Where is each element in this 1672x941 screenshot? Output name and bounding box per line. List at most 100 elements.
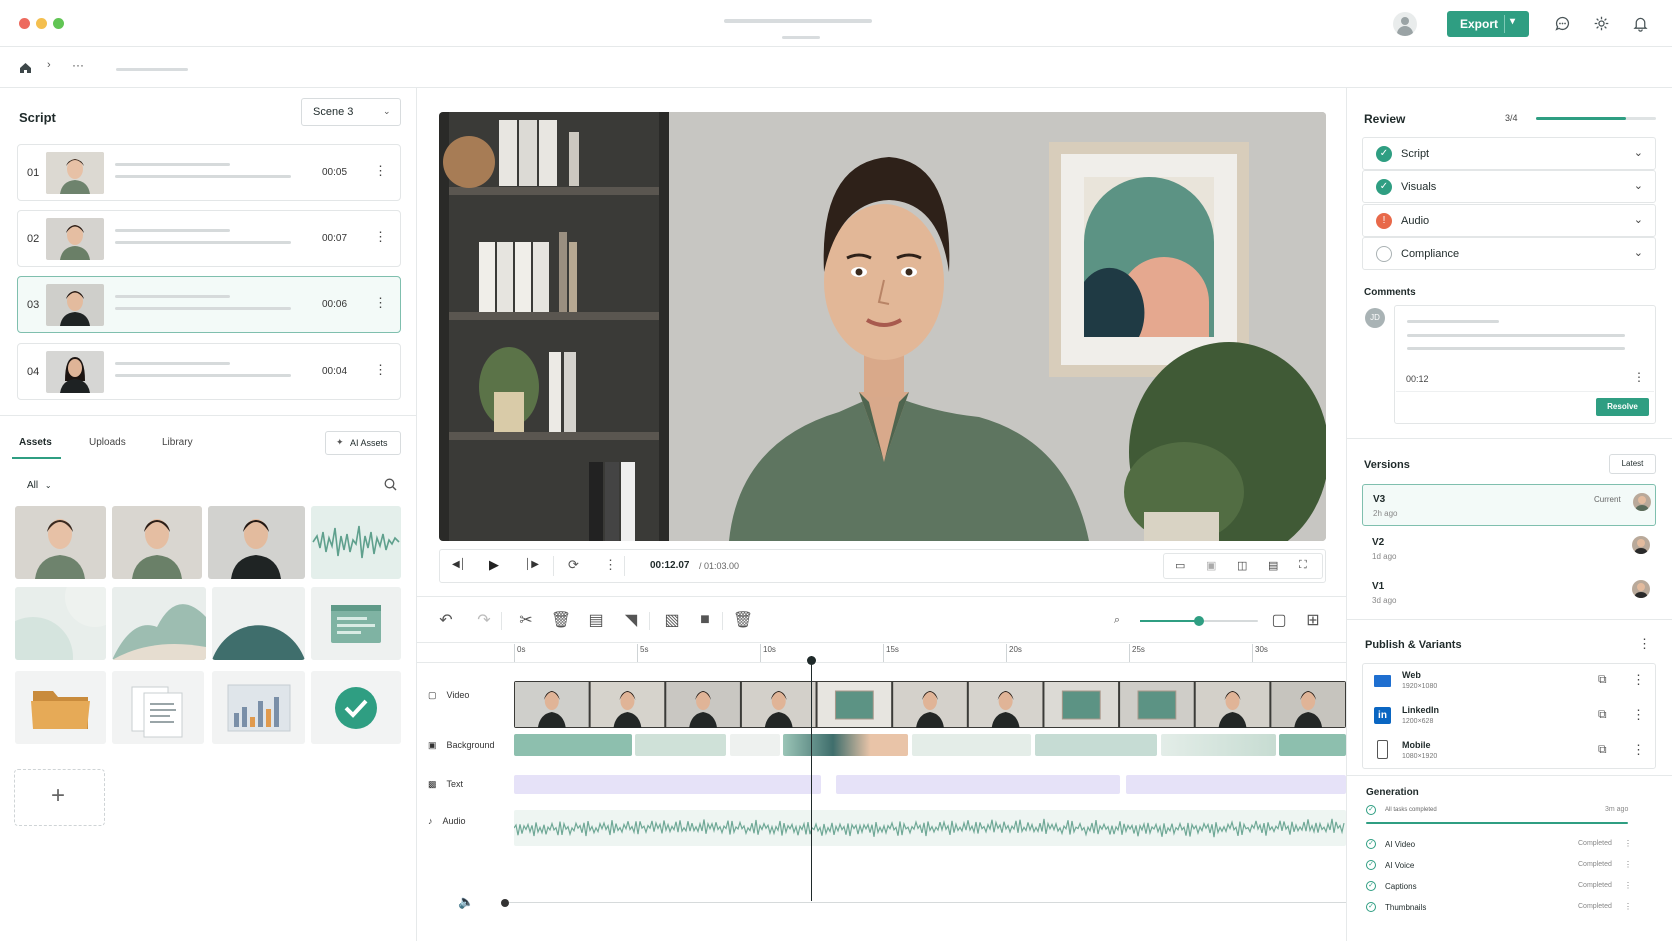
filter-select[interactable]: All ⌄ bbox=[27, 480, 52, 491]
more-vertical-icon[interactable]: ⋮ bbox=[1638, 636, 1651, 652]
version-v3[interactable]: V3 2h ago Current bbox=[1362, 484, 1656, 526]
more-vertical-icon[interactable]: ⋮ bbox=[1624, 902, 1632, 911]
scissors-icon[interactable]: ✂ bbox=[517, 611, 535, 629]
folder-icon[interactable] bbox=[15, 671, 106, 744]
more-vertical-icon[interactable]: ⋮ bbox=[1633, 370, 1645, 384]
scene-card-03[interactable]: 03 00:06 ⋮ bbox=[17, 276, 401, 333]
asset-slide-template[interactable] bbox=[311, 587, 401, 660]
skip-forward-icon[interactable]: │▶ bbox=[525, 559, 539, 570]
tab-library[interactable]: Library bbox=[162, 437, 193, 448]
review-item-visuals[interactable]: ✓ Visuals ⌄ bbox=[1362, 170, 1656, 203]
ai-assets-button[interactable]: ✦ AI Assets bbox=[325, 431, 401, 455]
background-clip[interactable] bbox=[514, 734, 632, 756]
asset-background-2[interactable] bbox=[112, 587, 206, 660]
maximize-window-dot[interactable] bbox=[53, 18, 64, 29]
publish-web[interactable]: Web 1920×1080 ⧉ ⋮ bbox=[1362, 664, 1656, 698]
redo-icon[interactable]: ↷ bbox=[475, 611, 493, 629]
comment-card[interactable]: 00:12 ⋮ Resolve bbox=[1394, 305, 1656, 424]
bell-icon[interactable] bbox=[1629, 12, 1651, 34]
copy-icon[interactable]: ⧉ bbox=[1598, 672, 1607, 687]
video-preview[interactable] bbox=[439, 112, 1326, 541]
review-item-compliance[interactable]: Compliance ⌄ bbox=[1362, 237, 1656, 270]
review-item-audio[interactable]: ! Audio ⌄ bbox=[1362, 204, 1656, 237]
text-clip[interactable] bbox=[514, 775, 821, 794]
more-vertical-icon[interactable]: ⋮ bbox=[374, 295, 387, 311]
playhead[interactable] bbox=[806, 656, 816, 901]
delete-icon[interactable]: 🗑 bbox=[733, 611, 753, 629]
loop-icon[interactable]: ⟳ bbox=[568, 557, 579, 573]
close-window-dot[interactable] bbox=[19, 18, 30, 29]
more-vertical-icon[interactable]: ⋮ bbox=[374, 362, 387, 378]
picture-in-picture-icon[interactable]: ▣ bbox=[1206, 559, 1216, 572]
more-vertical-icon[interactable]: ⋮ bbox=[604, 557, 617, 573]
version-v2[interactable]: V2 1d ago bbox=[1362, 528, 1656, 570]
user-avatar[interactable] bbox=[1393, 12, 1417, 36]
background-clip[interactable] bbox=[635, 734, 726, 756]
skip-back-icon[interactable]: ◀│ bbox=[452, 559, 466, 570]
audio-waveform[interactable] bbox=[514, 810, 1346, 846]
more-vertical-icon[interactable]: ⋮ bbox=[1632, 707, 1645, 723]
search-icon[interactable] bbox=[384, 478, 397, 496]
background-clip[interactable] bbox=[783, 734, 908, 756]
tab-uploads[interactable]: Uploads bbox=[89, 437, 126, 448]
chat-icon[interactable] bbox=[1551, 12, 1573, 34]
layer-icon[interactable]: ■ bbox=[696, 611, 714, 629]
widescreen-icon[interactable]: ▤ bbox=[1268, 559, 1278, 572]
crop-icon[interactable]: ⊞ bbox=[1304, 611, 1322, 629]
more-vertical-icon[interactable]: ⋮ bbox=[374, 229, 387, 245]
text-clip[interactable] bbox=[836, 775, 1120, 794]
background-clip[interactable] bbox=[1161, 734, 1276, 756]
copy-icon[interactable]: ⧉ bbox=[1598, 707, 1607, 722]
background-clip[interactable] bbox=[730, 734, 780, 756]
zoom-slider-handle[interactable] bbox=[1194, 616, 1204, 626]
layout-icon[interactable]: ◫ bbox=[1237, 559, 1247, 572]
review-item-script[interactable]: ✓ Script ⌄ bbox=[1362, 137, 1656, 170]
resolve-button[interactable]: Resolve bbox=[1596, 398, 1649, 416]
more-vertical-icon[interactable]: ⋮ bbox=[1624, 839, 1632, 848]
chart-icon[interactable] bbox=[212, 671, 305, 744]
asset-audio-waveform[interactable] bbox=[311, 506, 401, 579]
monitor-icon[interactable]: ▭ bbox=[1175, 559, 1185, 572]
zoom-out-icon[interactable]: ⌕ bbox=[1108, 611, 1126, 629]
volume-icon[interactable]: 🔈 bbox=[458, 894, 474, 910]
fit-icon[interactable]: ▢ bbox=[1270, 611, 1288, 629]
publish-mobile[interactable]: Mobile 1080×1920 ⧉ ⋮ bbox=[1362, 734, 1656, 768]
copy-icon[interactable]: ⧉ bbox=[1598, 742, 1607, 757]
asset-avatar-1[interactable] bbox=[15, 506, 106, 579]
background-clip[interactable] bbox=[1279, 734, 1346, 756]
asset-background-3[interactable] bbox=[212, 587, 305, 660]
scene-card-02[interactable]: 02 00:07 ⋮ bbox=[17, 210, 401, 267]
chevron-down-icon[interactable]: ▾ bbox=[1510, 16, 1515, 27]
more-vertical-icon[interactable]: ⋮ bbox=[374, 163, 387, 179]
scene-card-01[interactable]: 01 00:05 ⋮ bbox=[17, 144, 401, 201]
more-vertical-icon[interactable]: ⋮ bbox=[1632, 742, 1645, 758]
scene-select[interactable]: Scene 3 ⌄ bbox=[301, 98, 401, 126]
add-asset-button[interactable]: + bbox=[14, 769, 105, 826]
publish-linkedin[interactable]: in LinkedIn 1200×628 ⧉ ⋮ bbox=[1362, 699, 1656, 733]
transform-icon[interactable]: ◥ bbox=[622, 611, 640, 629]
gear-icon[interactable] bbox=[1590, 12, 1612, 34]
more-vertical-icon[interactable]: ⋮ bbox=[1624, 860, 1632, 869]
asset-background-1[interactable] bbox=[15, 587, 106, 660]
video-clip-strip[interactable] bbox=[514, 681, 1346, 728]
caption-icon[interactable]: ▧ bbox=[663, 611, 681, 629]
version-v1[interactable]: V1 3d ago bbox=[1362, 572, 1656, 614]
home-icon[interactable] bbox=[19, 61, 32, 79]
timeline-ruler[interactable]: 0s 5s 10s 15s 20s 25s 30s bbox=[514, 644, 1346, 664]
minimize-window-dot[interactable] bbox=[36, 18, 47, 29]
volume-slider-handle[interactable] bbox=[501, 899, 509, 907]
more-horizontal-icon[interactable]: ··· bbox=[72, 58, 84, 72]
fullscreen-icon[interactable]: ⛶ bbox=[1299, 559, 1307, 572]
zoom-slider[interactable] bbox=[1140, 616, 1258, 626]
text-clip[interactable] bbox=[1126, 775, 1346, 794]
undo-icon[interactable]: ↶ bbox=[437, 611, 455, 629]
scene-card-04[interactable]: 04 00:04 ⋮ bbox=[17, 343, 401, 400]
trash-icon[interactable]: 🗑 bbox=[551, 611, 571, 629]
tab-assets[interactable]: Assets bbox=[19, 437, 52, 448]
background-clip[interactable] bbox=[912, 734, 1031, 756]
more-vertical-icon[interactable]: ⋮ bbox=[1632, 672, 1645, 688]
export-button[interactable]: Export ▾ bbox=[1447, 11, 1529, 37]
document-icon[interactable] bbox=[112, 671, 204, 744]
asset-avatar-2[interactable] bbox=[112, 506, 202, 579]
more-vertical-icon[interactable]: ⋮ bbox=[1624, 881, 1632, 890]
